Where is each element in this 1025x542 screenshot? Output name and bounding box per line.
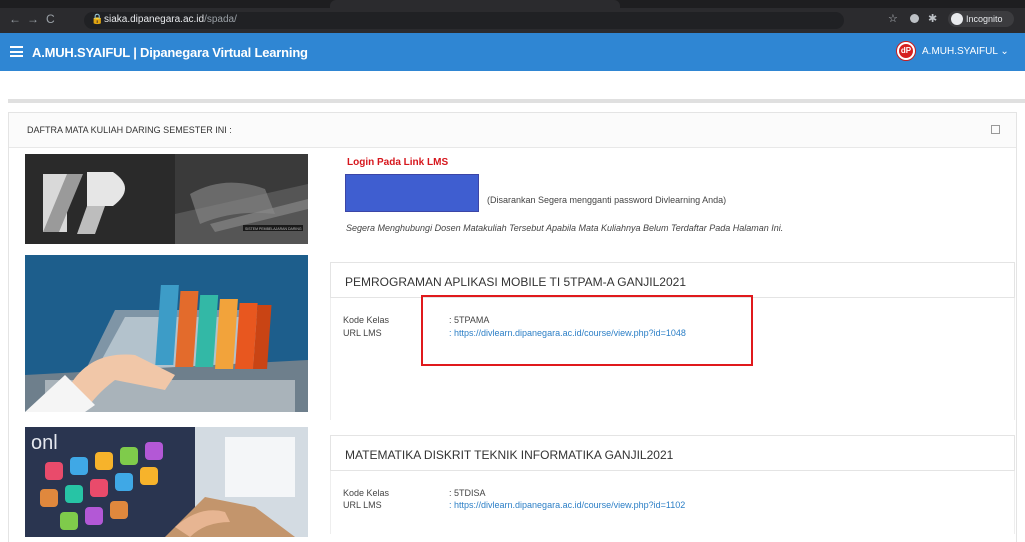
url-lms-label: URL LMS (343, 500, 382, 510)
course-header: PEMROGRAMAN APLIKASI MOBILE TI 5TPAM-A G… (330, 262, 1015, 298)
app-title: A.MUH.SYAIFUL | Dipanegara Virtual Learn… (32, 45, 308, 60)
lock-icon: 🔒 (91, 14, 104, 25)
kode-kelas-value: : 5TDISA (449, 488, 486, 498)
highlight-rectangle (421, 295, 753, 366)
kode-kelas-label: Kode Kelas (343, 315, 390, 325)
course-header: MATEMATIKA DISKRIT TEKNIK INFORMATIKA GA… (330, 435, 1015, 471)
login-title: Login Pada Link LMS (347, 157, 449, 168)
svg-text:onl: onl (31, 432, 58, 454)
back-icon[interactable]: ← (9, 12, 21, 26)
star-icon[interactable]: ☆ (888, 12, 898, 25)
contact-note: Segera Menghubungi Dosen Matakuliah Ters… (346, 223, 784, 233)
panel-title: DAFTRA MATA KULIAH DARING SEMESTER INI : (27, 125, 232, 135)
active-tab[interactable] (330, 0, 620, 8)
collapse-toggle[interactable] (991, 125, 1000, 134)
lms-banner-image: SISTEM PEMBELAJARAN DARING (25, 154, 308, 244)
credentials-redacted (345, 174, 479, 212)
menu-icon[interactable] (10, 46, 23, 57)
incognito-indicator[interactable]: Incognito (948, 11, 1014, 27)
reload-icon[interactable]: C (46, 12, 55, 26)
user-avatar[interactable]: dP (896, 41, 916, 61)
course-title: MATEMATIKA DISKRIT TEKNIK INFORMATIKA GA… (345, 448, 674, 462)
course-title: PEMROGRAMAN APLIKASI MOBILE TI 5TPAM-A G… (345, 275, 686, 289)
kode-kelas-label: Kode Kelas (343, 488, 390, 498)
app-header: A.MUH.SYAIFUL | Dipanegara Virtual Learn… (0, 33, 1025, 71)
banner-caption: SISTEM PEMBELAJARAN DARING (245, 227, 302, 231)
panel-header: DAFTRA MATA KULIAH DARING SEMESTER INI : (9, 113, 1016, 148)
course-image-mobile (25, 255, 308, 412)
chevron-down-icon: ⌄ (1000, 46, 1009, 57)
user-menu[interactable]: A.MUH.SYAIFUL ⌄ (922, 46, 1009, 57)
url-lms-label: URL LMS (343, 328, 382, 338)
browser-toolbar: ← → C 🔒 siaka.dipanegara.ac.id/spada/ ☆ … (0, 0, 1025, 33)
incognito-icon (951, 13, 963, 25)
address-bar[interactable]: 🔒 siaka.dipanegara.ac.id/spada/ (84, 12, 844, 29)
password-advice: (Disarankan Segera mengganti password Di… (487, 195, 727, 205)
url-text: siaka.dipanegara.ac.id/spada/ (104, 14, 237, 25)
extension-icon[interactable] (910, 14, 919, 23)
puzzle-icon[interactable]: ✱ (928, 12, 937, 25)
forward-icon[interactable]: → (27, 12, 39, 26)
url-lms-link[interactable]: : https://divlearn.dipanegara.ac.id/cour… (449, 500, 685, 510)
course-image-math: onl (25, 427, 308, 537)
avatar-logo: dP (899, 44, 913, 58)
divider (8, 99, 1025, 103)
incognito-label: Incognito (966, 14, 1003, 24)
tab-strip (0, 0, 1025, 8)
